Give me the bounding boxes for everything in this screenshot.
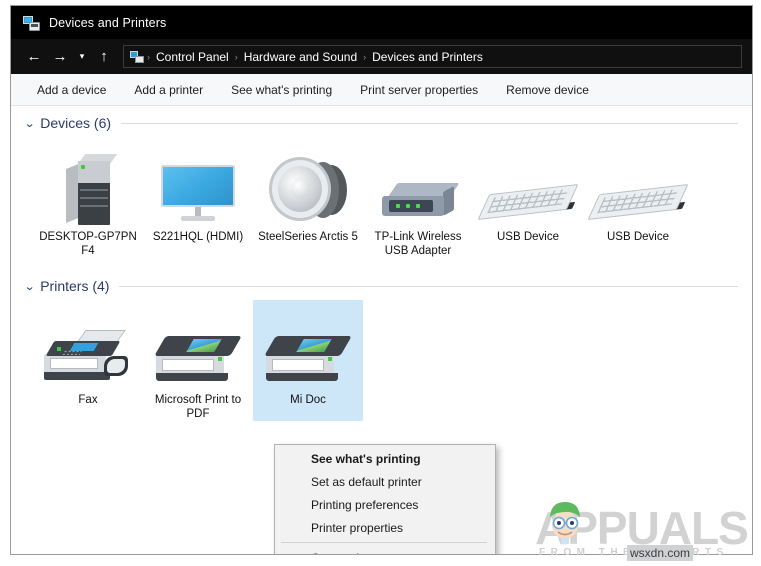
icon-box [477,141,579,223]
keyboard-icon [477,183,579,223]
address-bar[interactable]: › Control Panel › Hardware and Sound › D… [123,45,742,68]
device-label: SteelSeries Arctis 5 [258,231,358,243]
up-arrow-icon[interactable]: ↑ [91,44,117,70]
menu-separator [281,542,487,543]
chevron-down-icon[interactable]: ⌄ [24,280,36,293]
menu-item-printer-properties[interactable]: Printer properties [275,516,495,539]
section-divider [119,285,738,287]
icon-box [587,141,689,223]
icon-box [66,141,118,225]
device-tile-monitor[interactable]: S221HQL (HDMI) [143,137,253,258]
keyboard-icon [587,183,689,223]
section-header-devices[interactable]: ⌄ Devices (6) [11,115,752,131]
desktop-tower-icon [66,154,118,225]
breadcrumb-devices-and-printers[interactable]: Devices and Printers [367,50,488,64]
add-a-device-button[interactable]: Add a device [23,83,120,97]
title-bar: Devices and Printers [11,6,752,39]
printer-label: Fax [78,394,98,406]
printers-group-label: Printers (4) [40,278,110,294]
devices-group-label: Devices (6) [40,115,112,131]
printer-icon [264,336,352,386]
chevron-down-icon[interactable]: ▾ [73,44,91,70]
address-devices-icon [130,50,144,63]
monitor-icon [161,165,235,223]
breadcrumb-hardware-and-sound[interactable]: Hardware and Sound [239,50,362,64]
section-header-printers[interactable]: ⌄ Printers (4) [11,278,752,294]
breadcrumb-control-panel[interactable]: Control Panel [151,50,234,64]
printer-label: Mi Doc [290,394,326,406]
navigation-bar: ← → ▾ ↑ › Control Panel › Hardware and S… [11,39,752,74]
device-tile-desktop[interactable]: DESKTOP-GP7PN F4 [33,137,143,258]
add-a-printer-button[interactable]: Add a printer [120,83,217,97]
menu-item-set-as-default-printer[interactable]: Set as default printer [275,470,495,493]
usb-adapter-icon [382,183,460,223]
print-server-properties-button[interactable]: Print server properties [346,83,492,97]
device-label: USB Device [607,231,669,243]
command-bar: Add a device Add a printer See what's pr… [11,74,752,106]
back-arrow-icon[interactable]: ← [21,44,47,70]
section-divider [121,122,738,124]
see-whats-printing-button[interactable]: See what's printing [217,83,346,97]
devices-and-printers-icon [23,15,40,31]
devices-and-printers-window: Devices and Printers ← → ▾ ↑ › Control P… [10,5,753,555]
menu-item-printing-preferences[interactable]: Printing preferences [275,493,495,516]
printer-tile-xps-document-writer[interactable]: Mi Doc [253,300,363,421]
icon-box [382,141,460,223]
device-tile-usb-adapter[interactable]: TP-Link Wireless USB Adapter [363,137,473,258]
device-label: DESKTOP-GP7PN F4 [39,231,137,257]
icon-box [154,304,242,386]
menu-item-create-shortcut[interactable]: Create shortcut [275,546,495,555]
icon-box [264,304,352,386]
icon-box [44,304,132,386]
context-menu: See what's printing Set as default print… [274,444,496,555]
printer-icon [154,336,242,386]
device-tile-headset[interactable]: SteelSeries Arctis 5 [253,137,363,258]
device-label: S221HQL (HDMI) [152,231,244,243]
fax-machine-icon [44,330,132,386]
icon-box [161,141,235,223]
devices-grid: DESKTOP-GP7PN F4 S221HQL (HDMI) SteelSer… [11,137,752,258]
remove-device-button[interactable]: Remove device [492,83,603,97]
printer-tile-print-to-pdf[interactable]: Microsoft Print to PDF [143,300,253,421]
device-tile-usb-device-1[interactable]: USB Device [473,137,583,258]
printer-label: Microsoft Print to PDF [154,394,242,420]
content-area: ⌄ Devices (6) DESKTOP-GP7PN F4 S221HQL (… [11,115,752,555]
printer-tile-fax[interactable]: Fax [33,300,143,421]
speaker-headset-icon [269,157,347,223]
forward-arrow-icon[interactable]: → [47,44,73,70]
printers-grid: Fax Microsoft Print to PDF Mi Doc [11,300,752,421]
chevron-down-icon[interactable]: ⌄ [24,117,36,130]
device-label: USB Device [497,231,559,243]
window-title: Devices and Printers [49,15,167,30]
icon-box [269,141,347,223]
device-tile-usb-device-2[interactable]: USB Device [583,137,693,258]
device-label: TP-Link Wireless USB Adapter [374,231,462,257]
menu-item-see-whats-printing[interactable]: See what's printing [275,447,495,470]
